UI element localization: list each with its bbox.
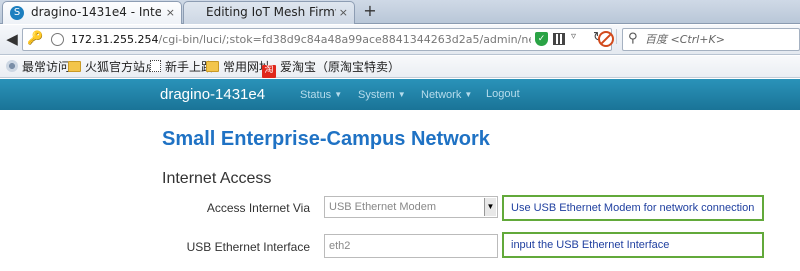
page-icon — [150, 60, 161, 72]
bookmark-firefox-official[interactable]: 火狐官方站点 — [68, 56, 157, 78]
gear-icon — [6, 60, 18, 72]
url-host: 172.31.255.254 — [71, 33, 159, 46]
chevron-down-icon[interactable]: ▼ — [484, 198, 496, 216]
bookmark-getting-started[interactable]: 新手上路 — [150, 56, 213, 78]
dropdown-arrow-icon[interactable]: ▿ — [571, 31, 576, 42]
tab-title: Editing IoT Mesh Firmware — [206, 5, 336, 19]
address-bar[interactable]: 🔑 172.31.255.254/cgi-bin/luci/;stok=fd38… — [22, 28, 612, 51]
globe-icon — [51, 33, 64, 46]
close-tab-icon[interactable]: × — [166, 2, 175, 23]
menu-label: Status — [300, 89, 332, 101]
usb-ethernet-label: USB Ethernet Interface — [186, 240, 310, 254]
tab-dragino[interactable]: S dragino-1431e4 - Internet Access × — [2, 1, 182, 24]
folder-icon — [68, 61, 81, 72]
site-identity-icon[interactable]: 🔑 — [27, 31, 43, 46]
bookmarks-bar: 最常访问 火狐官方站点 新手上路 常用网址 淘爱淘宝（原淘宝特卖） — [0, 56, 800, 78]
shield-icon[interactable]: ✓ — [535, 32, 548, 46]
separator — [616, 29, 617, 44]
bookmark-label: 火狐官方站点 — [85, 60, 158, 74]
section-title: Internet Access — [162, 170, 272, 187]
folder-icon — [206, 61, 219, 72]
tab-title: dragino-1431e4 - Internet Access — [31, 5, 161, 19]
bookmark-ai-taobao[interactable]: 淘爱淘宝（原淘宝特卖） — [262, 56, 400, 78]
search-engine-label: 百度 — [645, 33, 667, 46]
search-box[interactable]: ⚲ 百度 <Ctrl+K> — [622, 28, 800, 51]
tab-strip: S dragino-1431e4 - Internet Access × Edi… — [0, 0, 800, 24]
bookmark-label: 爱淘宝（原淘宝特卖） — [280, 60, 401, 74]
qr-code-icon[interactable] — [553, 33, 565, 45]
bookmark-label: 最常访问 — [22, 60, 71, 74]
search-icon: ⚲ — [628, 31, 638, 46]
block-icon[interactable] — [598, 31, 614, 47]
caret-down-icon: ▼ — [464, 90, 473, 99]
usb-ethernet-callout: input the USB Ethernet Interface — [502, 232, 764, 258]
url-path: /cgi-bin/luci/;stok=fd38d9c84a48a99ace88… — [158, 33, 531, 46]
router-hostname[interactable]: dragino-1431e4 — [160, 79, 265, 110]
access-internet-select[interactable]: USB Ethernet Modem ▼ — [324, 196, 498, 218]
access-internet-label: Access Internet Via — [206, 201, 310, 215]
bookmark-most-visited[interactable]: 最常访问 — [6, 56, 70, 78]
menu-logout[interactable]: Logout — [486, 79, 520, 110]
caret-down-icon: ▼ — [334, 90, 343, 99]
menu-system[interactable]: System ▼ — [358, 79, 406, 110]
menu-network[interactable]: Network ▼ — [421, 79, 472, 110]
taobao-icon: 淘 — [262, 65, 276, 78]
url-text[interactable]: 172.31.255.254/cgi-bin/luci/;stok=fd38d9… — [71, 29, 531, 50]
new-tab-button[interactable]: + — [360, 2, 380, 22]
page-title: Small Enterprise-Campus Network — [162, 128, 490, 150]
access-internet-value: USB Ethernet Modem — [329, 201, 436, 213]
luci-favicon-icon: S — [10, 6, 24, 20]
menu-label: System — [358, 89, 395, 101]
navigation-bar: ◀ 🔑 172.31.255.254/cgi-bin/luci/;stok=fd… — [0, 25, 800, 55]
access-internet-callout: Use USB Ethernet Modem for network conne… — [502, 195, 764, 221]
search-placeholder: <Ctrl+K> — [670, 33, 725, 46]
tab-editing-firmware[interactable]: Editing IoT Mesh Firmware × — [183, 1, 355, 24]
back-button[interactable]: ◀ — [2, 28, 22, 51]
usb-ethernet-input[interactable] — [324, 234, 498, 258]
search-input[interactable]: 百度 <Ctrl+K> — [645, 29, 795, 50]
luci-header: dragino-1431e4 Status ▼ System ▼ Network ▼ … — [0, 79, 800, 110]
menu-label: Logout — [486, 88, 520, 100]
menu-label: Network — [421, 89, 462, 101]
caret-down-icon: ▼ — [397, 90, 406, 99]
close-tab-icon[interactable]: × — [339, 2, 348, 23]
menu-status[interactable]: Status ▼ — [300, 79, 342, 110]
